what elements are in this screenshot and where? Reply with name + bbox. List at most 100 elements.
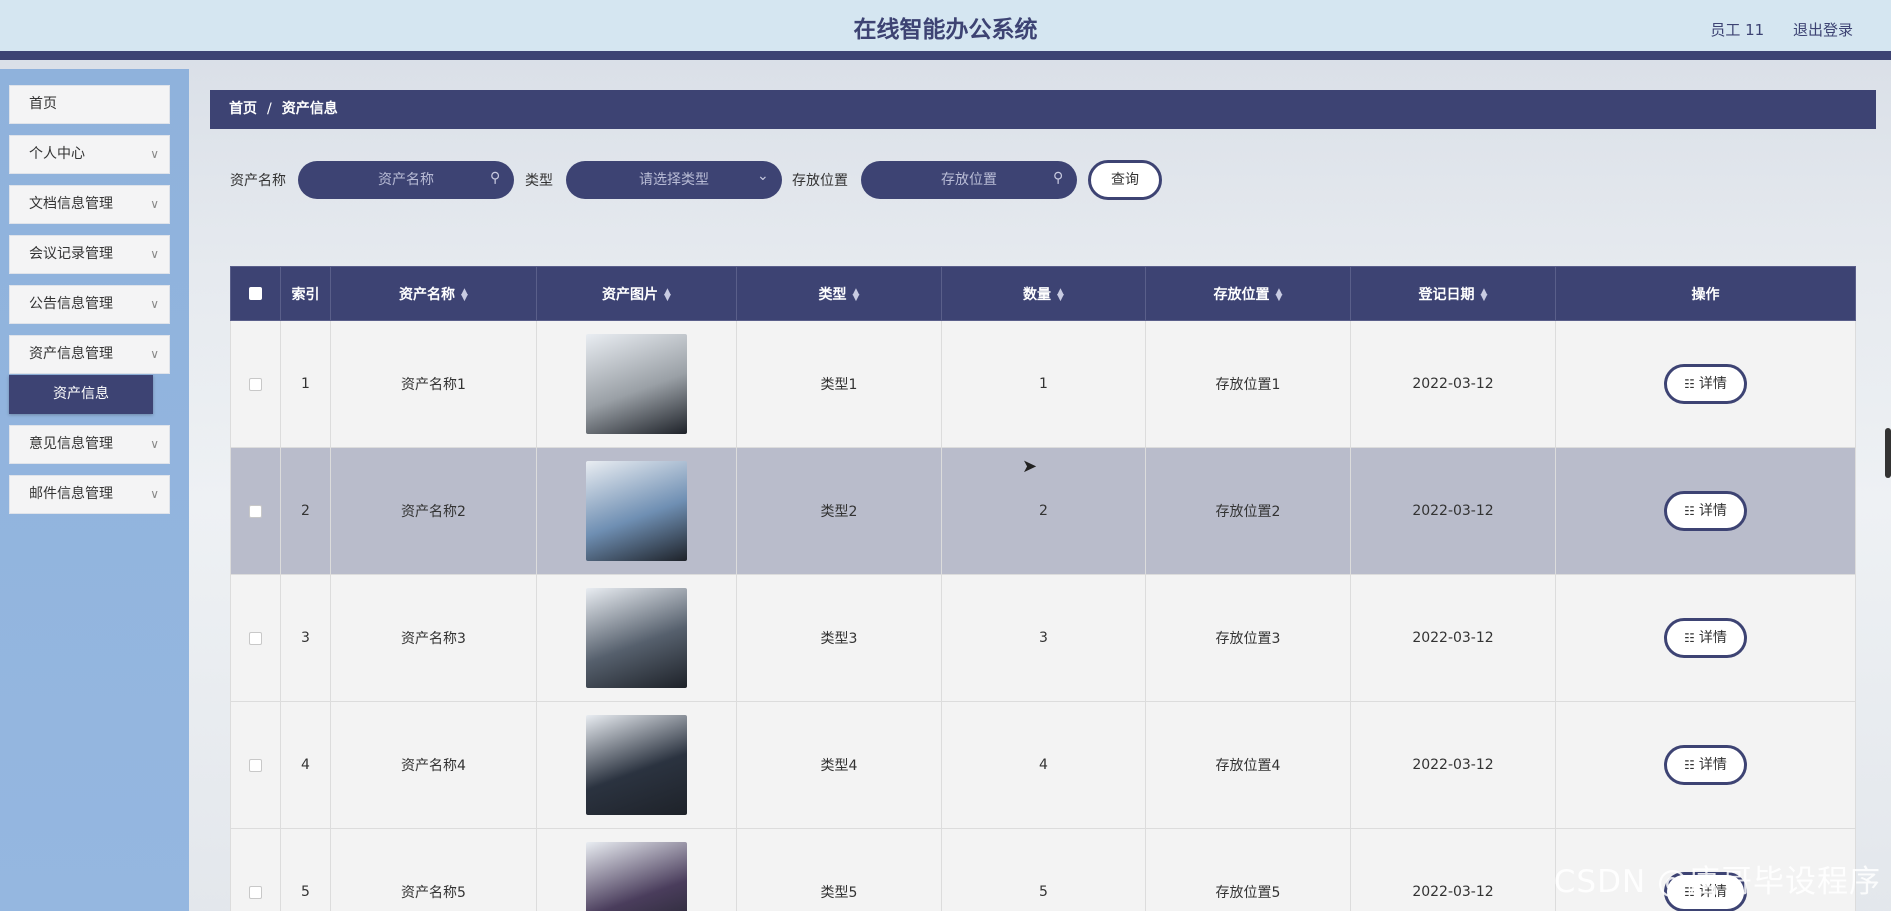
table-row[interactable]: 3 资产名称3 类型3 3 存放位置3 2022-03-12 ☷ 详情 (230, 574, 1856, 702)
sidebar-item[interactable]: 资产信息管理 ∨ (9, 335, 170, 374)
action-header: 操作 (1555, 266, 1856, 321)
name-cell: 资产名称1 (330, 320, 537, 448)
search-icon: ⚲ (490, 170, 501, 186)
name-cell: 资产名称5 (330, 828, 537, 911)
sidebar-item[interactable]: 会议记录管理 ∨ (9, 235, 170, 274)
image-cell (536, 701, 737, 829)
row-checkbox[interactable] (249, 885, 262, 899)
index-cell: 5 (280, 828, 331, 911)
quantity-header-label: 数量 (1023, 286, 1052, 303)
row-checkbox[interactable] (249, 758, 262, 772)
date-header-label: 登记日期 (1418, 286, 1475, 303)
chevron-down-icon: ∨ (150, 197, 159, 211)
name-cell: 资产名称4 (330, 701, 537, 829)
asset-image (586, 715, 687, 815)
sort-icon: ▲ ▼ (1057, 286, 1064, 303)
detail-button-label: 详情 (1698, 757, 1727, 773)
table-row[interactable]: 4 资产名称4 类型4 4 存放位置4 2022-03-12 ☷ 详情 (230, 701, 1856, 829)
breadcrumb-current: 资产信息 (281, 101, 338, 117)
checkbox-cell (230, 701, 281, 829)
chevron-down-icon: ∨ (150, 147, 159, 161)
image-cell (536, 574, 737, 702)
sort-icon: ▲ ▼ (1275, 286, 1283, 303)
name-header-label: 资产名称 (399, 286, 456, 303)
type-select[interactable]: 请选择类型 (566, 161, 782, 199)
index-header: 索引 (280, 266, 331, 321)
location-input[interactable] (861, 161, 1077, 199)
asset-table: 索引 资产名称 ▲ ▼ 资产图片 ▲ ▼ 类型 ▲ ▼ 数量 ▲ ▼ 存放位置 ▲ ▼ 登记日期 ▲ ▼… (230, 266, 1856, 911)
asset-name-label: 资产名称 (230, 173, 286, 189)
watermark: CSDN @唐哥毕设程序 (1553, 864, 1881, 900)
type-cell: 类型1 (736, 320, 942, 448)
type-select-placeholder: 请选择类型 (639, 172, 709, 188)
sidebar-item-label: 意见信息管理 (29, 436, 113, 452)
detail-button-label: 详情 (1698, 376, 1727, 392)
location-cell: 存放位置1 (1145, 320, 1351, 448)
image-cell (536, 828, 737, 911)
action-cell: ☷ 详情 (1555, 574, 1856, 702)
sidebar-item[interactable]: 首页 (9, 85, 170, 124)
detail-button[interactable]: ☷ 详情 (1664, 491, 1747, 531)
checkbox-cell (230, 447, 281, 575)
type-cell: 类型4 (736, 701, 942, 829)
name-header[interactable]: 资产名称 ▲ ▼ (330, 266, 537, 321)
table-header-row: 索引 资产名称 ▲ ▼ 资产图片 ▲ ▼ 类型 ▲ ▼ 数量 ▲ ▼ 存放位置 ▲ ▼ 登记日期 ▲ ▼… (230, 266, 1856, 321)
table-row[interactable]: 2 资产名称2 类型2 2 存放位置2 2022-03-12 ☷ 详情 (230, 447, 1856, 575)
breadcrumb: 首页 / 资产信息 (210, 90, 1876, 129)
date-cell: 2022-03-12 (1350, 447, 1556, 575)
row-checkbox[interactable] (249, 377, 262, 391)
app-title: 在线智能办公系统 (853, 17, 1038, 43)
chevron-down-icon: ∨ (150, 347, 159, 361)
name-cell: 资产名称3 (330, 574, 537, 702)
date-cell: 2022-03-12 (1350, 574, 1556, 702)
sidebar-item[interactable]: 邮件信息管理 ∨ (9, 475, 170, 514)
sort-icon: ▲ ▼ (1480, 286, 1488, 303)
sidebar-subitem-asset-info[interactable]: 资产信息 (9, 375, 153, 414)
select-all-checkbox[interactable] (249, 287, 262, 300)
location-header[interactable]: 存放位置 ▲ ▼ (1145, 266, 1351, 321)
location-cell: 存放位置3 (1145, 574, 1351, 702)
location-label: 存放位置 (792, 173, 848, 189)
user-area: 员工 11 退出登录 (1686, 0, 1853, 60)
sidebar-item[interactable]: 意见信息管理 ∨ (9, 425, 170, 464)
sidebar-item-label: 会议记录管理 (29, 246, 113, 262)
document-icon: ☷ (1684, 377, 1695, 391)
table-row[interactable]: 1 资产名称1 类型1 1 存放位置1 2022-03-12 ☷ 详情 (230, 320, 1856, 448)
image-header[interactable]: 资产图片 ▲ ▼ (536, 266, 737, 321)
date-cell: 2022-03-12 (1350, 701, 1556, 829)
index-cell: 4 (280, 701, 331, 829)
index-cell: 3 (280, 574, 331, 702)
action-cell: ☷ 详情 (1555, 701, 1856, 829)
sidebar-item-label: 公告信息管理 (29, 296, 113, 312)
row-checkbox[interactable] (249, 631, 262, 645)
date-cell: 2022-03-12 (1350, 320, 1556, 448)
sidebar-item[interactable]: 公告信息管理 ∨ (9, 285, 170, 324)
detail-button[interactable]: ☷ 详情 (1664, 618, 1747, 658)
sidebar-item[interactable]: 个人中心 ∨ (9, 135, 170, 174)
breadcrumb-home[interactable]: 首页 (229, 101, 257, 117)
chevron-down-icon: ∨ (150, 437, 159, 451)
detail-button[interactable]: ☷ 详情 (1664, 745, 1747, 785)
sidebar-item[interactable]: 文档信息管理 ∨ (9, 185, 170, 224)
type-header[interactable]: 类型 ▲ ▼ (736, 266, 942, 321)
document-icon: ☷ (1684, 758, 1695, 772)
logout-button[interactable]: 退出登录 (1793, 21, 1853, 39)
quantity-cell: 4 (941, 701, 1146, 829)
search-icon: ⚲ (1053, 170, 1064, 186)
checkbox-cell (230, 574, 281, 702)
date-header[interactable]: 登记日期 ▲ ▼ (1350, 266, 1556, 321)
scrollbar-thumb[interactable] (1885, 428, 1891, 478)
type-cell: 类型2 (736, 447, 942, 575)
asset-name-input[interactable] (298, 161, 514, 199)
detail-button[interactable]: ☷ 详情 (1664, 364, 1747, 404)
checkbox-cell (230, 828, 281, 911)
query-button[interactable]: 查询 (1088, 160, 1162, 200)
row-checkbox[interactable] (249, 504, 262, 518)
sidebar-item-label: 资产信息管理 (29, 346, 113, 362)
quantity-header[interactable]: 数量 ▲ ▼ (941, 266, 1146, 321)
chevron-down-icon: ∨ (150, 247, 159, 261)
date-cell: 2022-03-12 (1350, 828, 1556, 911)
index-cell: 2 (280, 447, 331, 575)
action-cell: ☷ 详情 (1555, 320, 1856, 448)
index-cell: 1 (280, 320, 331, 448)
